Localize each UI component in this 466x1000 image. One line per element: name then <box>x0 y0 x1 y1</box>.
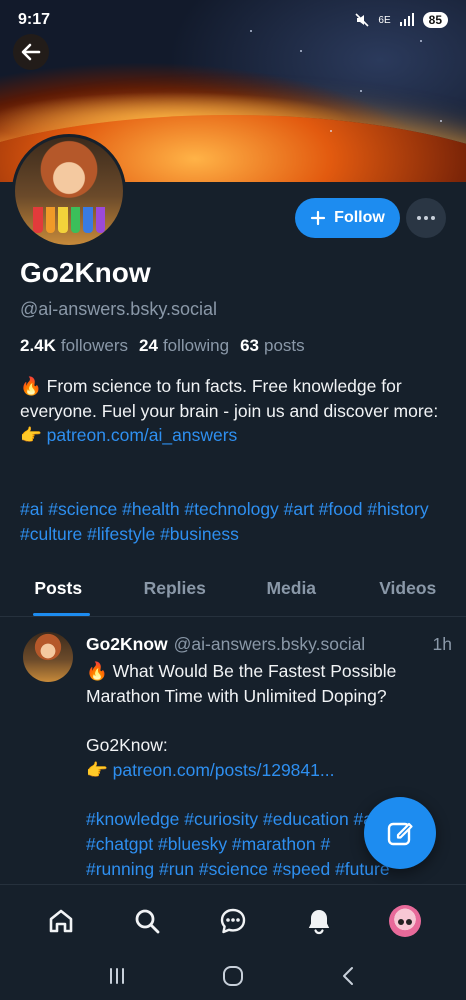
more-options-button[interactable] <box>406 198 446 238</box>
status-bar: 9:17 6E 85 <box>0 0 466 40</box>
arrow-left-icon <box>21 43 41 61</box>
post-header: Go2Know @ai-answers.bsky.social 1h <box>86 634 452 655</box>
bottom-navigation <box>0 884 466 956</box>
post-link-emoji: 👉 <box>86 759 113 780</box>
banner-star <box>440 120 442 122</box>
network-label: 6E <box>378 14 391 26</box>
nav-profile[interactable] <box>385 901 425 941</box>
battery-indicator: 85 <box>422 12 448 28</box>
signal-icon <box>399 13 414 26</box>
chat-icon <box>220 908 246 933</box>
posts-label: posts <box>264 336 305 355</box>
following-label: following <box>162 336 230 355</box>
followers-count: 2.4K <box>20 336 56 355</box>
post-author-handle: @ai-answers.bsky.social <box>173 634 366 654</box>
recent-apps-icon <box>110 967 125 984</box>
recent-apps-button[interactable] <box>106 965 128 992</box>
nav-notifications[interactable] <box>299 901 339 941</box>
posts-count: 63 <box>240 336 260 355</box>
posts-stat: 63 posts <box>240 336 305 356</box>
nav-chat[interactable] <box>213 901 253 941</box>
avatar-test-tubes <box>33 207 105 233</box>
system-back-button[interactable] <box>338 965 360 992</box>
post-link[interactable]: patreon.com/posts/129841... <box>113 760 335 780</box>
banner-star <box>420 40 422 42</box>
search-icon <box>135 909 160 933</box>
compose-button[interactable] <box>364 797 436 869</box>
ellipsis-icon <box>417 216 421 220</box>
followers-label: followers <box>60 336 129 355</box>
post-author-avatar[interactable] <box>23 632 73 682</box>
followers-stat[interactable]: 2.4K followers <box>20 336 128 356</box>
mute-icon <box>355 13 369 27</box>
nav-search[interactable] <box>127 901 167 941</box>
ellipsis-icon <box>424 216 428 220</box>
compose-icon <box>387 822 413 846</box>
post-credit: Go2Know: <box>86 735 168 756</box>
post-author-name[interactable]: Go2Know <box>86 634 168 655</box>
home-circle-icon <box>222 965 243 986</box>
follow-button[interactable]: Follow <box>295 198 400 238</box>
banner-star <box>300 50 302 52</box>
following-count: 24 <box>139 336 158 355</box>
following-stat[interactable]: 24 following <box>139 336 229 356</box>
profile-stats: 2.4K followers 24 following 63 posts <box>20 336 305 356</box>
tab-videos[interactable]: Videos <box>350 563 466 616</box>
profile-avatar-icon <box>389 904 421 937</box>
profile-avatar[interactable] <box>12 134 126 248</box>
bio-link-line: 👉 patreon.com/ai_answers <box>20 423 450 448</box>
bio-text: 🔥 From science to fun facts. Free knowle… <box>20 376 439 421</box>
post-link-line: 👉 patreon.com/posts/129841... <box>86 758 448 783</box>
home-icon <box>49 909 73 932</box>
profile-tabs: Posts Replies Media Videos <box>0 563 466 617</box>
system-home-button[interactable] <box>221 964 245 993</box>
profile-display-name: Go2Know <box>20 257 151 288</box>
banner-star <box>330 130 332 132</box>
status-time: 9:17 <box>18 11 51 28</box>
profile-hashtags[interactable]: #ai #science #health #technology #art #f… <box>20 497 450 547</box>
profile-handle: @ai-answers.bsky.social <box>20 299 217 319</box>
ellipsis-icon <box>431 216 435 220</box>
back-button[interactable] <box>13 34 49 70</box>
system-navigation <box>0 956 466 1000</box>
banner-star <box>360 90 362 92</box>
post-timestamp: 1h <box>432 634 452 654</box>
bio-link[interactable]: patreon.com/ai_answers <box>47 425 238 445</box>
post-title: 🔥 What Would Be the Fastest Possible Mar… <box>86 661 397 706</box>
bio-link-emoji: 👉 <box>20 425 47 446</box>
status-icons: 6E 85 <box>354 12 448 28</box>
back-chevron-icon <box>342 966 353 985</box>
follow-label: Follow <box>334 209 385 226</box>
nav-home[interactable] <box>41 901 81 941</box>
tab-media[interactable]: Media <box>233 563 350 616</box>
tab-replies[interactable]: Replies <box>117 563 234 616</box>
profile-bio: 🔥 From science to fun facts. Free knowle… <box>20 374 450 448</box>
plus-icon <box>311 210 326 226</box>
tab-posts[interactable]: Posts <box>0 563 117 616</box>
bell-icon <box>308 909 330 934</box>
